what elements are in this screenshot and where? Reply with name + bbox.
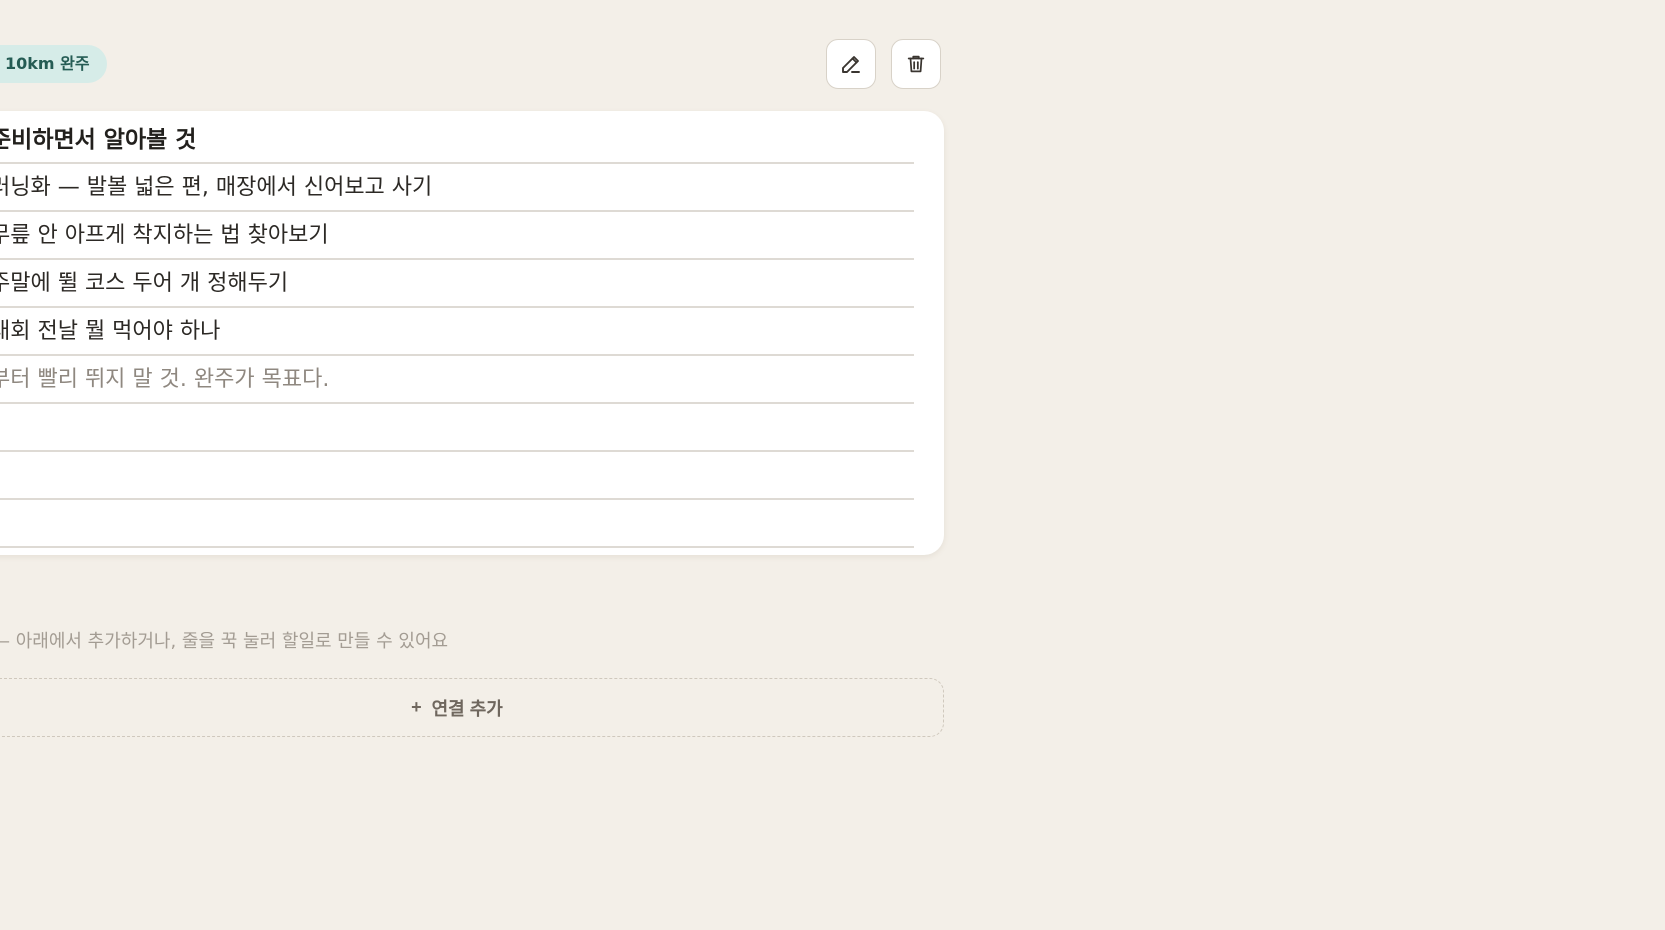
edit-button[interactable] <box>826 39 876 89</box>
goal-tag-badge[interactable]: 10km 완주 <box>0 45 107 83</box>
links-helper-text: — 아래에서 추가하거나, 줄을 꾹 눌러 할일로 만들 수 있어요 <box>0 631 449 652</box>
note-lines: 러닝화 — 발볼 넓은 편, 매장에서 신어보고 사기 무릎 안 아프게 착지하… <box>0 164 914 548</box>
note-line[interactable]: 주말에 뛸 코스 두어 개 정해두기 <box>0 260 914 308</box>
note-line-empty[interactable] <box>0 452 914 500</box>
note-line[interactable]: 부터 빨리 뛰지 말 것. 완주가 목표다. <box>0 356 914 404</box>
note-line[interactable]: 무릎 안 아프게 착지하는 법 찾아보기 <box>0 212 914 260</box>
add-link-button[interactable]: + 연결 추가 <box>0 678 944 737</box>
note-line[interactable]: 대회 전날 뭘 먹어야 하나 <box>0 308 914 356</box>
note-card: 준비하면서 알아볼 것 러닝화 — 발볼 넓은 편, 매장에서 신어보고 사기 … <box>0 111 944 555</box>
note-heading[interactable]: 준비하면서 알아볼 것 <box>0 111 914 164</box>
note-line-empty[interactable] <box>0 404 914 452</box>
plus-icon: + <box>411 697 422 717</box>
pencil-icon <box>842 56 860 73</box>
note-detail-page: 10km 완주 준비하면서 알아볼 것 러닝화 — 발볼 넓은 편, 매장에서 … <box>0 0 1665 930</box>
note-line[interactable]: 러닝화 — 발볼 넓은 편, 매장에서 신어보고 사기 <box>0 164 914 212</box>
trash-icon <box>907 55 925 73</box>
add-link-label: 연결 추가 <box>431 698 503 719</box>
note-line-empty[interactable] <box>0 500 914 548</box>
delete-button[interactable] <box>891 39 941 89</box>
